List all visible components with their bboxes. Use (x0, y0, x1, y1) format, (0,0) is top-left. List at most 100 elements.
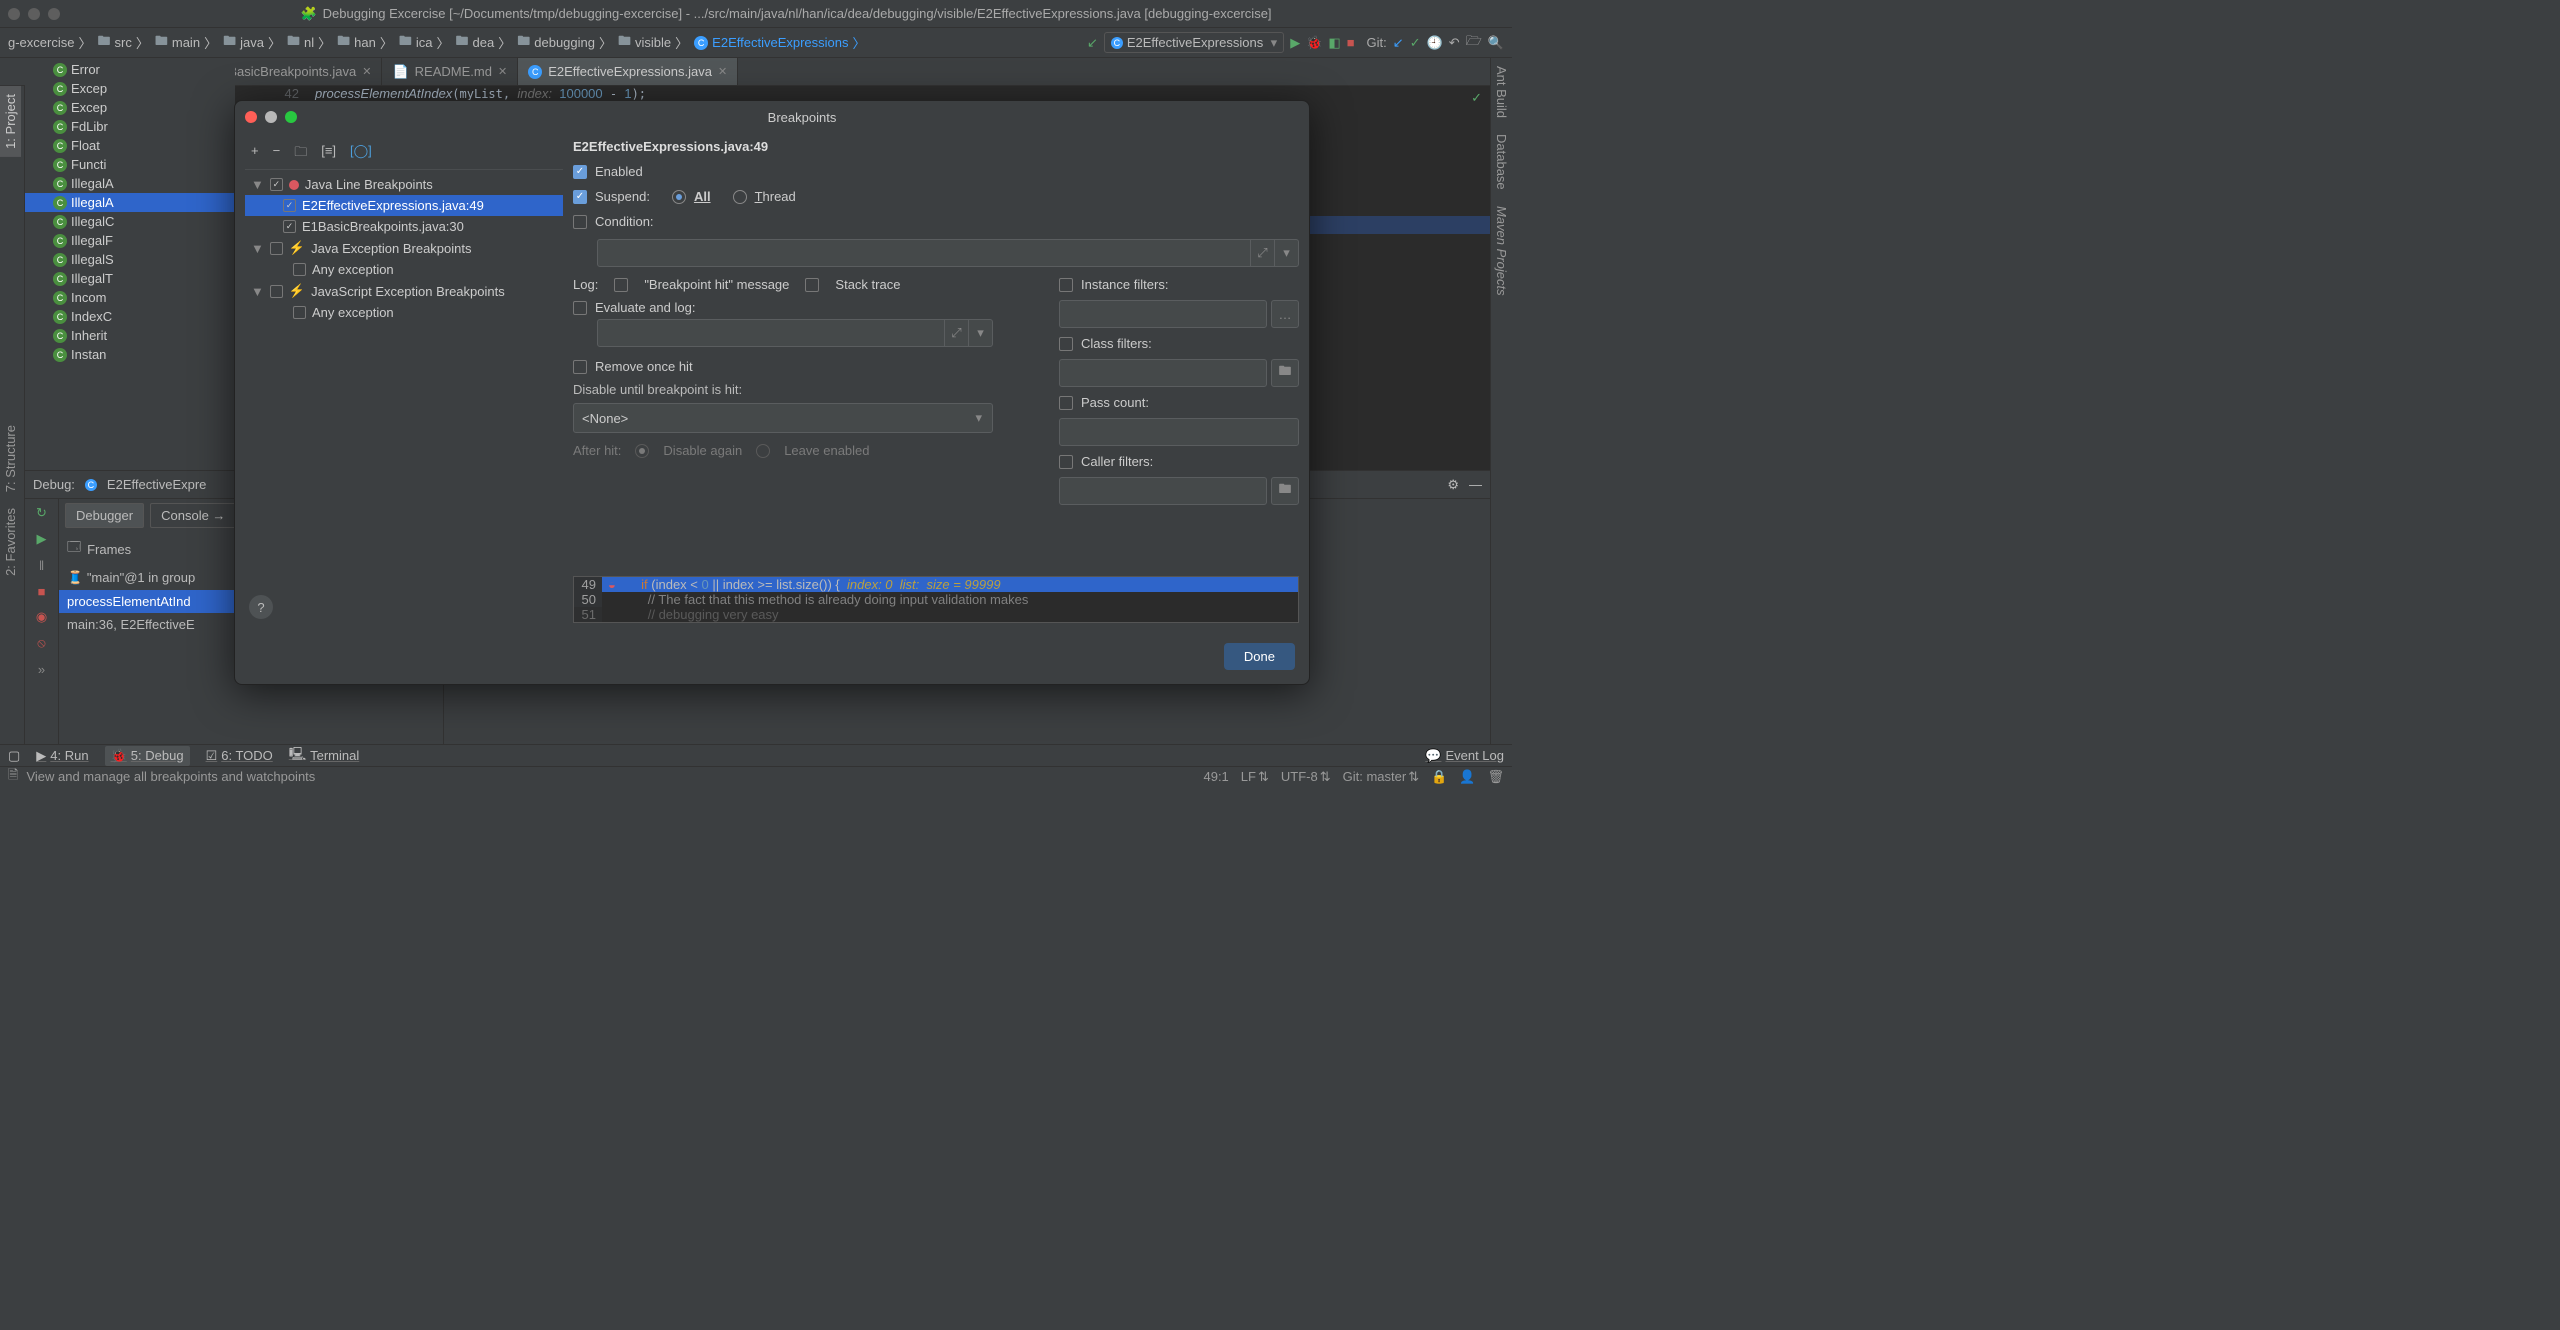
dialog-titlebar[interactable]: Breakpoints (235, 101, 1309, 133)
close-icon[interactable]: ✕ (718, 65, 727, 78)
git-revert-icon[interactable]: ↶ (1449, 35, 1460, 51)
checkbox[interactable] (270, 242, 283, 255)
breadcrumb-item[interactable]: 🖿han〉 (337, 32, 393, 54)
group-by-package-icon[interactable]: [≡] (321, 143, 336, 165)
breakpoints-icon[interactable]: ◉ (32, 607, 52, 627)
rerun-icon[interactable]: ↻ (32, 503, 52, 523)
breadcrumb-item[interactable]: 🖿dea〉 (456, 32, 512, 54)
close-icon[interactable]: ✕ (362, 65, 371, 78)
trash-icon[interactable]: 🗑 (1487, 769, 1504, 785)
checkbox[interactable] (283, 199, 296, 212)
eval-checkbox[interactable] (573, 301, 587, 315)
class-filters-row[interactable]: Class filters: (1059, 336, 1299, 351)
more-button[interactable]: … (1271, 300, 1299, 328)
project-item[interactable]: CIllegalS (25, 250, 235, 269)
project-item[interactable]: CInherit (25, 326, 235, 345)
radio-all[interactable] (672, 190, 686, 204)
breadcrumb-item[interactable]: 🖿visible〉 (618, 32, 688, 54)
status-icon[interactable]: 🗎 (8, 766, 18, 788)
gutter-ant[interactable]: Ant Build (1491, 58, 1512, 126)
bp-group[interactable]: ▼Java Line Breakpoints (245, 174, 563, 195)
tw-eventlog[interactable]: 💬 Event Log (1425, 748, 1504, 764)
breadcrumb-item[interactable]: 🖿main〉 (155, 32, 217, 54)
bp-item[interactable]: E1BasicBreakpoints.java:30 (245, 216, 563, 237)
project-tree[interactable]: CErrorCExcepCExcepCFdLibrCFloatCFunctiCI… (25, 58, 235, 470)
stop-icon[interactable]: ■ (32, 581, 52, 601)
log-stack-checkbox[interactable] (805, 278, 819, 292)
pass-count-row[interactable]: Pass count: (1059, 395, 1299, 410)
breakpoints-tree[interactable]: ▼Java Line Breakpoints E2EffectiveExpres… (245, 170, 563, 595)
caller-filters-row[interactable]: Caller filters: (1059, 454, 1299, 469)
bp-item[interactable]: Any exception (245, 259, 563, 280)
inspector-icon[interactable]: 👤 (1459, 769, 1475, 785)
git-history-icon[interactable]: 🕘 (1427, 35, 1443, 51)
bp-group[interactable]: ▼⚡Java Exception Breakpoints (245, 237, 563, 259)
encoding[interactable]: UTF-8 ⇅ (1281, 769, 1331, 785)
remove-icon[interactable]: − (273, 143, 281, 165)
group-by-file-icon[interactable]: 🗀 (294, 143, 307, 165)
project-item[interactable]: CFuncti (25, 155, 235, 174)
mute-bp-icon[interactable]: ⦸ (32, 633, 52, 653)
group-by-class-icon[interactable]: [◯] (350, 143, 372, 165)
tw-debug[interactable]: 🐞 5: Debug (105, 746, 190, 766)
enabled-checkbox[interactable]: Enabled (573, 164, 1299, 179)
condition-input[interactable]: ⤢▾ (597, 239, 1299, 267)
checkbox[interactable] (293, 306, 306, 319)
window-min[interactable] (28, 8, 40, 20)
project-item[interactable]: CIllegalA (25, 193, 235, 212)
lock-icon[interactable]: 🔒 (1431, 769, 1447, 785)
dialog-close[interactable] (245, 111, 257, 123)
close-icon[interactable]: ✕ (498, 65, 507, 78)
project-structure-icon[interactable]: 🗁 (1466, 32, 1482, 54)
breadcrumb-item[interactable]: 🖿java〉 (223, 32, 281, 54)
dropdown-icon[interactable]: ▾ (1274, 240, 1298, 266)
project-item[interactable]: CFdLibr (25, 117, 235, 136)
git-pull-icon[interactable]: ↙ (1393, 35, 1404, 51)
project-item[interactable]: CIllegalT (25, 269, 235, 288)
project-item[interactable]: CFloat (25, 136, 235, 155)
bp-group[interactable]: ▼⚡JavaScript Exception Breakpoints (245, 280, 563, 302)
gutter-db[interactable]: Database (1491, 126, 1512, 198)
project-item[interactable]: CIllegalC (25, 212, 235, 231)
breadcrumb-item[interactable]: 🖿nl〉 (287, 32, 331, 54)
log-bp-hit-checkbox[interactable] (614, 278, 628, 292)
coverage-icon[interactable]: ◧ (1328, 35, 1340, 51)
tab-console[interactable]: Console → (150, 503, 236, 528)
tab-debugger[interactable]: Debugger (65, 503, 144, 528)
project-item[interactable]: CExcep (25, 98, 235, 117)
dialog-zoom[interactable] (285, 111, 297, 123)
gear-icon[interactable]: ⚙ (1447, 477, 1459, 493)
window-close[interactable] (8, 8, 20, 20)
pause-icon[interactable]: ‖ (32, 555, 52, 575)
disable-until-select[interactable]: <None> (573, 403, 993, 433)
project-item[interactable]: CIllegalF (25, 231, 235, 250)
git-branch[interactable]: Git: master ⇅ (1343, 769, 1419, 785)
project-item[interactable]: CIncom (25, 288, 235, 307)
suspend-checkbox[interactable] (573, 190, 587, 204)
more-icon[interactable]: » (32, 659, 52, 679)
project-item[interactable]: CError (25, 60, 235, 79)
expand-icon[interactable]: ⤢ (944, 320, 968, 346)
browse-button[interactable]: 🖿 (1271, 359, 1299, 387)
condition-checkbox[interactable] (573, 215, 587, 229)
checkbox[interactable] (270, 285, 283, 298)
resume-icon[interactable]: ▶ (32, 529, 52, 549)
breadcrumb-item[interactable]: 🖿src〉 (97, 32, 148, 54)
gutter-favorites[interactable]: 2: Favorites (0, 500, 21, 584)
tool-window-toggle-icon[interactable]: ▢ (8, 748, 20, 764)
window-max[interactable] (48, 8, 60, 20)
tw-run[interactable]: ▶ 4: Run (36, 748, 88, 764)
hide-icon[interactable]: — (1469, 477, 1482, 492)
breadcrumb-item[interactable]: g-excercise〉 (8, 33, 91, 52)
checkbox[interactable] (283, 220, 296, 233)
tab-e2[interactable]: CE2EffectiveExpressions.java✕ (518, 58, 738, 85)
done-button[interactable]: Done (1224, 643, 1295, 670)
breadcrumb-item[interactable]: CE2EffectiveExpressions〉 (694, 33, 865, 52)
debug-icon[interactable]: 🐞 (1306, 35, 1322, 51)
breadcrumb-item[interactable]: 🖿ica〉 (399, 32, 450, 54)
line-sep[interactable]: LF ⇅ (1241, 769, 1269, 785)
search-icon[interactable]: 🔍 (1488, 35, 1504, 51)
dropdown-icon[interactable]: ▾ (968, 320, 992, 346)
add-icon[interactable]: + (251, 143, 259, 165)
build-icon[interactable]: ↙ (1087, 35, 1098, 51)
